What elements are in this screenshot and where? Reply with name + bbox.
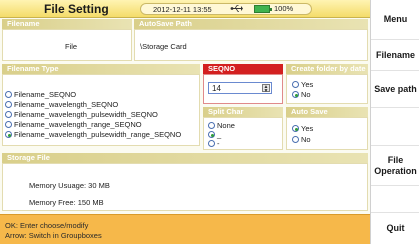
hint-bar: OK: Enter choose/modify Arrow: Switch in… (0, 214, 370, 244)
radio-icon (5, 91, 12, 98)
auto-save-no[interactable]: No (292, 135, 311, 144)
radio-icon (292, 81, 299, 88)
filename-label: Filename (2, 19, 132, 29)
filename-button[interactable]: Filename (371, 40, 419, 71)
empty-softkey-button-2[interactable] (371, 186, 419, 213)
radio-icon (208, 140, 215, 147)
create-folder-group (286, 74, 368, 104)
page-title: File Setting (44, 2, 109, 16)
split-char-label: Split Char (203, 107, 283, 117)
auto-save-label: Auto Save (286, 107, 368, 117)
auto-save-yes[interactable]: Yes (292, 124, 313, 133)
hint-line-2: Arrow: Switch in Groupboxes (5, 231, 102, 240)
storage-file-label: Storage File (2, 153, 368, 163)
filename-type-option-2[interactable]: Filename_wavelength_SEQNO (5, 100, 118, 109)
seqno-label: SEQNO (203, 64, 283, 74)
radio-icon (5, 101, 12, 108)
radio-icon (208, 122, 215, 129)
radio-selected-icon (292, 125, 299, 132)
menu-button[interactable]: Menu (371, 0, 419, 40)
filename-type-label: Filename Type (2, 64, 200, 74)
autosave-path-field[interactable]: \Storage Card (134, 29, 368, 61)
title-bar: File Setting 2012-12-11 13:55 100% (0, 0, 370, 18)
usb-icon (230, 5, 243, 12)
filename-type-option-3[interactable]: Filename_wavelength_pulsewidth_SEQNO (5, 110, 158, 119)
filename-type-option-4[interactable]: Filename_wavelength_range_SEQNO (5, 120, 142, 129)
main-panel: File Setting 2012-12-11 13:55 100% Filen… (0, 0, 370, 244)
create-folder-no[interactable]: No (292, 90, 311, 99)
memory-free: Memory Free: 150 MB (29, 198, 104, 207)
filename-type-option-1[interactable]: Filename_SEQNO (5, 90, 76, 99)
auto-save-group (286, 117, 368, 150)
radio-icon (5, 121, 12, 128)
filename-value: File (65, 42, 78, 51)
radio-icon (5, 111, 12, 118)
memory-usage: Memory Usuage: 30 MB (29, 181, 110, 190)
storage-file-group: Memory Usuage: 30 MB Memory Free: 150 MB (2, 163, 368, 211)
file-operation-button[interactable]: File Operation (371, 146, 419, 186)
softkey-sidebar: Menu Filename Save path File Operation Q… (370, 0, 419, 244)
create-folder-yes[interactable]: Yes (292, 80, 313, 89)
autosave-path-label: AutoSave Path (134, 19, 368, 29)
save-path-button[interactable]: Save path (371, 71, 419, 108)
battery-icon (254, 5, 272, 13)
seqno-stepper[interactable]: 14 ▲ ▼ (208, 82, 272, 94)
radio-icon (292, 136, 299, 143)
battery-level: 100% (274, 4, 294, 13)
radio-selected-icon (5, 131, 12, 138)
split-char-none[interactable]: None (208, 121, 235, 130)
empty-softkey-button[interactable] (371, 108, 419, 146)
quit-button[interactable]: Quit (371, 213, 419, 244)
filename-type-option-5[interactable]: Filename_wavelength_pulsewidth_range_SEQ… (5, 130, 181, 139)
stepper-arrows-icon[interactable]: ▲ ▼ (262, 84, 270, 94)
seqno-value: 14 (212, 84, 221, 93)
autosave-path-value: \Storage Card (140, 42, 187, 51)
radio-selected-icon (292, 91, 299, 98)
hint-line-1: OK: Enter choose/modify (5, 221, 89, 230)
radio-selected-icon (208, 131, 215, 138)
filename-field[interactable]: File (2, 29, 132, 61)
split-char-underscore[interactable]: _ (208, 130, 221, 139)
split-char-dash[interactable]: - (208, 139, 220, 148)
create-folder-label: Create folder by date (286, 64, 368, 74)
